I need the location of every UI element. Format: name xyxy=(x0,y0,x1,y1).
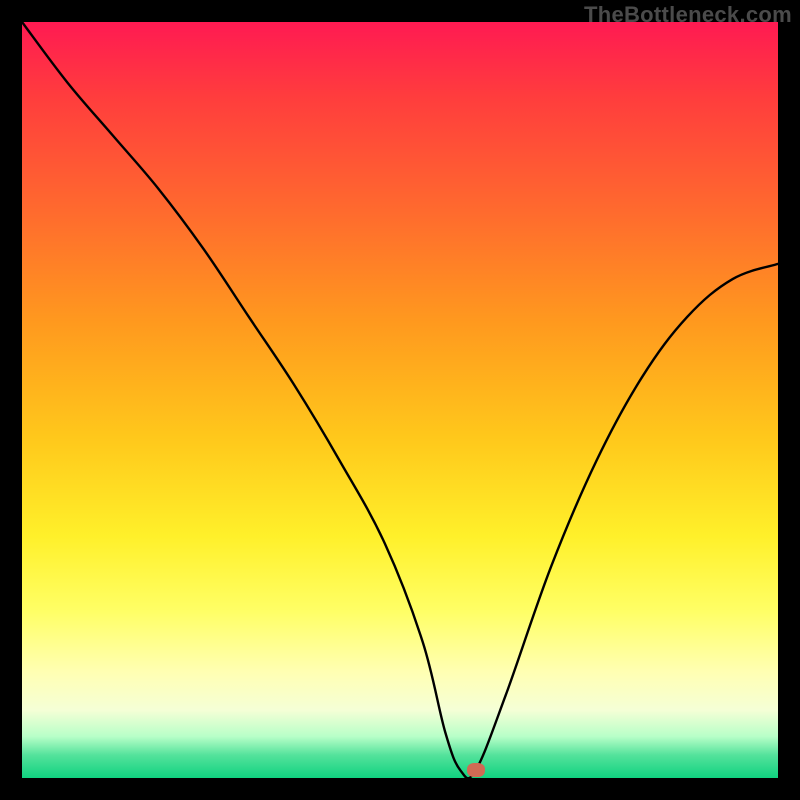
chart-frame: TheBottleneck.com xyxy=(0,0,800,800)
bottleneck-curve xyxy=(22,22,778,778)
curve-svg xyxy=(22,22,778,778)
optimum-marker xyxy=(467,763,485,777)
plot-area xyxy=(22,22,778,778)
watermark-text: TheBottleneck.com xyxy=(584,2,792,28)
